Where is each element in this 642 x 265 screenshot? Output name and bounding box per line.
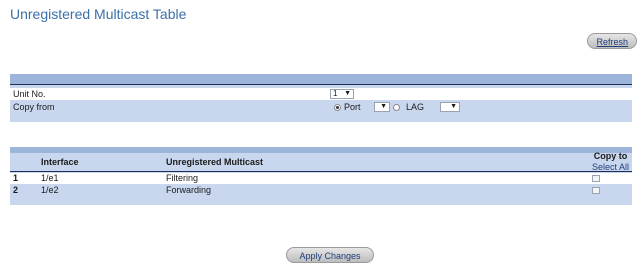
page-title: Unregistered Multicast Table (10, 6, 187, 22)
copy-from-row: Copy from Port ▼ LAG ▼ (10, 101, 632, 113)
table-row: 1 1/e1 Filtering (10, 173, 632, 184)
table-header-band (10, 147, 632, 153)
lag-radio-label: LAG (406, 102, 425, 112)
lag-radio[interactable] (393, 104, 400, 111)
column-header-copy-to: Copy to Select All (592, 151, 629, 173)
copy-to-label: Copy to (593, 151, 628, 161)
multicast-mode-cell[interactable]: Forwarding (166, 185, 211, 196)
row-number: 1 (13, 173, 19, 183)
unit-select-value: 1 (333, 89, 338, 98)
chevron-down-icon: ▼ (450, 103, 457, 110)
apply-changes-button[interactable]: Apply Changes (286, 247, 374, 263)
table-divider (10, 171, 632, 172)
copy-from-label: Copy from (13, 102, 55, 112)
column-header-unregistered-multicast: Unregistered Multicast (166, 157, 264, 167)
lag-select[interactable]: ▼ (440, 102, 460, 112)
panel-header-band (10, 74, 632, 84)
unit-row: Unit No. 1 ▼ (10, 88, 632, 100)
interface-cell: 1/e2 (41, 185, 59, 195)
row-number: 2 (13, 185, 19, 195)
table-row: 2 1/e2 Forwarding (10, 185, 632, 196)
chevron-down-icon: ▼ (344, 90, 351, 97)
multicast-mode-cell[interactable]: Filtering (166, 173, 198, 184)
chevron-down-icon: ▼ (380, 103, 387, 110)
panel-divider (10, 84, 632, 85)
copy-to-checkbox[interactable] (592, 175, 600, 182)
unit-label: Unit No. (13, 89, 46, 99)
port-select[interactable]: ▼ (374, 102, 390, 112)
unit-select[interactable]: 1 ▼ (330, 89, 354, 99)
copy-to-checkbox[interactable] (592, 187, 600, 194)
column-header-interface: Interface (41, 157, 79, 167)
interface-cell: 1/e1 (41, 173, 59, 183)
refresh-button[interactable]: Refresh (587, 33, 637, 49)
multicast-table: Interface Unregistered Multicast Copy to… (10, 147, 632, 205)
port-radio[interactable] (334, 104, 341, 111)
settings-panel: Unit No. 1 ▼ Copy from Port ▼ LAG ▼ (10, 74, 632, 122)
port-radio-label: Port (344, 102, 361, 112)
